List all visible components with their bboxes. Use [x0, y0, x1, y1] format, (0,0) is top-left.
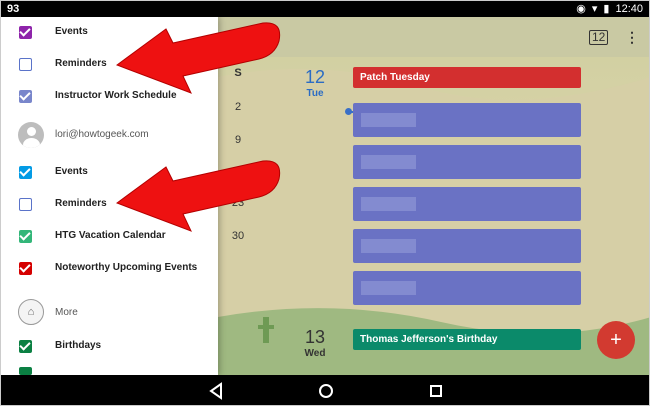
navigation-drawer: Events Reminders Instructor Work Schedul…	[1, 17, 218, 375]
calendar-item-label: Reminders	[55, 198, 107, 209]
calendar-item-label: HTG Vacation Calendar	[55, 230, 166, 241]
calendar-item-noteworthy-events[interactable]: Noteworthy Upcoming Events	[1, 253, 218, 285]
status-bar: 93 ◉ ▾ ▮ 12:40	[1, 1, 649, 17]
today-calendar-icon[interactable]: 12	[589, 30, 609, 45]
checkbox-checked-icon[interactable]	[19, 90, 32, 103]
calendar-item-partial	[1, 363, 218, 375]
event-block[interactable]	[353, 271, 581, 305]
calendar-item-label: Instructor Work Schedule	[55, 90, 177, 101]
account-header[interactable]: lori@howtogeek.com	[1, 113, 218, 157]
event-patch-tuesday[interactable]: Patch Tuesday	[353, 67, 581, 88]
date-weekday: Tue	[306, 88, 324, 99]
checkbox-checked-icon[interactable]	[19, 340, 32, 353]
calendar-item-htg-vacation[interactable]: HTG Vacation Calendar	[1, 221, 218, 253]
calendar-item-label: Events	[55, 26, 88, 37]
checkbox-checked-icon[interactable]	[19, 166, 32, 179]
mini-date[interactable]: 2	[233, 101, 243, 113]
mini-date[interactable]: 23	[231, 197, 245, 209]
date-number: 13	[304, 327, 326, 347]
avatar-icon	[18, 122, 44, 148]
notification-count: 93	[7, 3, 20, 15]
date-weekday: Wed	[304, 348, 326, 359]
calendar-item-events[interactable]: Events	[1, 17, 218, 49]
calendar-item-birthdays[interactable]: Birthdays	[1, 331, 218, 363]
mini-date[interactable]: 9	[233, 134, 243, 146]
calendar-item-label: Events	[55, 166, 88, 177]
calendar-item-label: Noteworthy Upcoming Events	[55, 262, 198, 273]
event-block[interactable]	[353, 229, 581, 263]
wifi-icon: ▾	[591, 3, 598, 15]
checkbox-checked-icon[interactable]	[19, 26, 32, 39]
checkbox-checked-icon	[19, 367, 32, 375]
checkbox-unchecked-icon[interactable]	[19, 198, 32, 211]
add-event-button[interactable]: +	[597, 321, 635, 359]
calendar-item-reminders[interactable]: Reminders	[1, 189, 218, 221]
calendar-item-instructor-work-schedule[interactable]: Instructor Work Schedule	[1, 81, 218, 113]
home-icon[interactable]	[316, 381, 336, 401]
calendar-item-label: Reminders	[55, 58, 107, 69]
more-label: More	[55, 307, 78, 318]
calendar-item-reminders[interactable]: Reminders	[1, 49, 218, 81]
sync-icon: ◉	[576, 3, 586, 15]
event-thomas-jefferson-birthday[interactable]: Thomas Jefferson's Birthday	[353, 329, 581, 350]
event-block[interactable]	[353, 145, 581, 179]
event-block[interactable]	[353, 187, 581, 221]
recents-icon[interactable]	[426, 381, 446, 401]
battery-icon: ▮	[603, 3, 610, 15]
checkbox-checked-icon[interactable]	[19, 262, 32, 275]
date-number: 12	[304, 67, 326, 87]
overflow-menu-icon[interactable]: ⋮	[625, 29, 639, 46]
mini-date[interactable]: 30	[231, 230, 245, 242]
cake-icon: ⌂	[18, 299, 44, 325]
checkbox-checked-icon[interactable]	[19, 230, 32, 243]
account-email: lori@howtogeek.com	[55, 129, 149, 140]
clock: 12:40	[615, 2, 643, 15]
calendar-item-label: Birthdays	[55, 340, 102, 351]
day-header-letter: S	[234, 67, 242, 79]
event-block[interactable]	[353, 103, 581, 137]
system-navigation-bar	[1, 375, 649, 405]
back-icon[interactable]	[206, 381, 226, 401]
date-header-12[interactable]: 12 Tue	[297, 67, 333, 99]
more-item[interactable]: ⌂ More	[1, 295, 218, 327]
calendar-item-events[interactable]: Events	[1, 157, 218, 189]
date-header-13[interactable]: 13 Wed	[297, 327, 333, 359]
checkbox-unchecked-icon[interactable]	[19, 58, 32, 71]
screen: 93 ◉ ▾ ▮ 12:40 12 ⋮ S 2 9 23 30 12 Tue 1…	[0, 0, 650, 406]
